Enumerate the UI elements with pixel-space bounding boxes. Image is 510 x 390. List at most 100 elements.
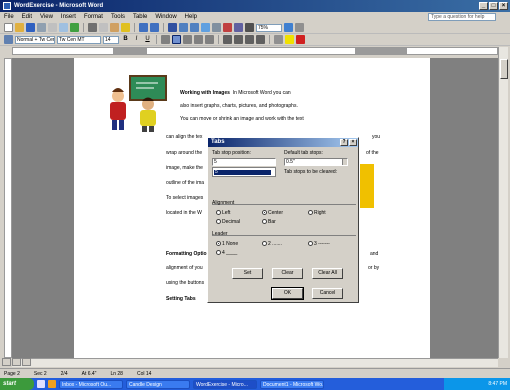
status-column: Col 14 bbox=[136, 370, 152, 377]
status-bar: Page 2 Sec 2 2/4 At 6.4" Ln 28 Col 14 bbox=[0, 368, 510, 378]
paste-icon[interactable] bbox=[110, 23, 119, 32]
tables-borders-icon[interactable] bbox=[179, 23, 188, 32]
justify-icon[interactable] bbox=[194, 35, 203, 44]
print-preview-icon[interactable] bbox=[59, 23, 68, 32]
leader-line-radio[interactable]: 4 ____ bbox=[216, 250, 237, 256]
underline-icon[interactable]: U bbox=[143, 35, 152, 44]
print-layout-button[interactable] bbox=[22, 358, 31, 366]
bullets-icon[interactable] bbox=[234, 35, 243, 44]
tab-stop-list[interactable]: 5 bbox=[212, 167, 276, 177]
menu-format[interactable]: Format bbox=[84, 14, 103, 20]
font-size-combo[interactable]: 14 bbox=[103, 35, 119, 44]
style-combo[interactable]: Normal + Tw Cen... bbox=[15, 35, 55, 44]
numbering-icon[interactable] bbox=[223, 35, 232, 44]
maximize-button[interactable]: □ bbox=[489, 2, 498, 10]
new-icon[interactable] bbox=[4, 23, 13, 32]
align-bar-radio[interactable]: Bar bbox=[262, 219, 276, 225]
minimize-button[interactable]: _ bbox=[479, 2, 488, 10]
document-map-icon[interactable] bbox=[234, 23, 243, 32]
start-button[interactable]: start bbox=[0, 378, 34, 390]
radio-selected-icon bbox=[216, 241, 221, 247]
save-icon[interactable] bbox=[26, 23, 35, 32]
toolbar-separator bbox=[269, 35, 270, 44]
vertical-scroll-thumb[interactable] bbox=[500, 59, 508, 79]
zoom-combo[interactable]: 75% bbox=[256, 23, 282, 32]
columns-icon[interactable] bbox=[212, 23, 221, 32]
leader-dots-radio[interactable]: 2 ....... bbox=[262, 241, 282, 247]
align-left-radio[interactable]: Left bbox=[216, 210, 230, 216]
menu-view[interactable]: View bbox=[40, 14, 53, 20]
task-candle-design[interactable]: Candle Design bbox=[126, 379, 190, 389]
help-icon[interactable] bbox=[284, 23, 293, 32]
default-tab-stops-label: Default tab stops: bbox=[284, 150, 323, 156]
menu-insert[interactable]: Insert bbox=[61, 14, 76, 20]
spelling-icon[interactable] bbox=[70, 23, 79, 32]
font-combo[interactable]: Tw Cen MT bbox=[57, 35, 101, 44]
quicklaunch-ie-icon[interactable] bbox=[37, 380, 45, 388]
normal-view-button[interactable] bbox=[2, 358, 11, 366]
drawing-icon[interactable] bbox=[223, 23, 232, 32]
undo-icon[interactable] bbox=[139, 23, 148, 32]
default-tab-stops-input[interactable]: 0.5" bbox=[284, 158, 348, 166]
cut-icon[interactable] bbox=[88, 23, 97, 32]
help-search-input[interactable]: Type a question for help bbox=[428, 13, 496, 21]
default-tab-stops-spinner[interactable] bbox=[342, 159, 347, 165]
permission-icon[interactable] bbox=[37, 23, 46, 32]
line-spacing-icon[interactable] bbox=[205, 35, 214, 44]
vertical-ruler[interactable] bbox=[4, 58, 12, 358]
horizontal-scrollbar[interactable] bbox=[12, 358, 498, 367]
menu-tools[interactable]: Tools bbox=[111, 14, 125, 20]
formatting-toolbar: Normal + Tw Cen... Tw Cen MT 14 B I U bbox=[0, 34, 510, 46]
set-button[interactable]: Set bbox=[232, 268, 263, 279]
clear-all-button[interactable]: Clear All bbox=[312, 268, 343, 279]
read-icon[interactable] bbox=[295, 23, 304, 32]
tab-stop-position-input[interactable]: 5 bbox=[212, 158, 276, 166]
ok-button[interactable]: OK bbox=[271, 287, 304, 300]
show-hide-icon[interactable] bbox=[245, 23, 254, 32]
tab-stop-list-item[interactable] bbox=[214, 170, 271, 175]
cancel-button[interactable]: Cancel bbox=[312, 288, 343, 299]
web-layout-button[interactable] bbox=[12, 358, 21, 366]
horizontal-ruler[interactable] bbox=[12, 47, 498, 55]
menu-window[interactable]: Window bbox=[155, 14, 176, 20]
border-icon[interactable] bbox=[274, 35, 283, 44]
open-icon[interactable] bbox=[15, 23, 24, 32]
leader-none-radio[interactable]: 1 None bbox=[216, 241, 238, 247]
align-right-icon[interactable] bbox=[183, 35, 192, 44]
close-button[interactable]: × bbox=[499, 2, 508, 10]
align-right-radio[interactable]: Right bbox=[308, 210, 326, 216]
dialog-close-button[interactable]: × bbox=[349, 139, 357, 146]
italic-icon[interactable]: I bbox=[132, 35, 141, 44]
font-color-icon[interactable] bbox=[296, 35, 305, 44]
task-document1[interactable]: Document1 - Microsoft Wo... bbox=[260, 379, 324, 389]
menu-help[interactable]: Help bbox=[185, 14, 197, 20]
redo-icon[interactable] bbox=[150, 23, 159, 32]
dialog-help-button[interactable]: ? bbox=[340, 139, 348, 146]
insert-table-icon[interactable] bbox=[190, 23, 199, 32]
decrease-indent-icon[interactable] bbox=[245, 35, 254, 44]
quicklaunch-outlook-icon[interactable] bbox=[48, 380, 56, 388]
doc-line-1-text: In Microsoft Word you can bbox=[232, 90, 291, 96]
menu-edit[interactable]: Edit bbox=[22, 14, 32, 20]
highlight-icon[interactable] bbox=[285, 35, 294, 44]
menu-table[interactable]: Table bbox=[133, 14, 147, 20]
menu-file[interactable]: File bbox=[4, 14, 14, 20]
task-word-exercise[interactable]: WordExercise - Micro... bbox=[193, 379, 257, 389]
leader-dashes-radio[interactable]: 3 ------- bbox=[308, 241, 330, 247]
align-center-icon[interactable] bbox=[172, 35, 181, 44]
align-decimal-radio[interactable]: Decimal bbox=[216, 219, 240, 225]
insert-excel-icon[interactable] bbox=[201, 23, 210, 32]
task-inbox[interactable]: Inbox - Microsoft Ou... bbox=[59, 379, 123, 389]
format-painter-icon[interactable] bbox=[121, 23, 130, 32]
clear-button[interactable]: Clear bbox=[272, 268, 303, 279]
copy-icon[interactable] bbox=[99, 23, 108, 32]
bold-icon[interactable]: B bbox=[121, 35, 130, 44]
align-center-radio[interactable]: Center bbox=[262, 210, 283, 216]
increase-indent-icon[interactable] bbox=[256, 35, 265, 44]
align-left-icon[interactable] bbox=[161, 35, 170, 44]
print-icon[interactable] bbox=[48, 23, 57, 32]
vertical-scrollbar[interactable] bbox=[498, 47, 508, 358]
styles-icon[interactable] bbox=[4, 35, 13, 44]
hyperlink-icon[interactable] bbox=[168, 23, 177, 32]
ruler-right-margin bbox=[355, 48, 407, 54]
